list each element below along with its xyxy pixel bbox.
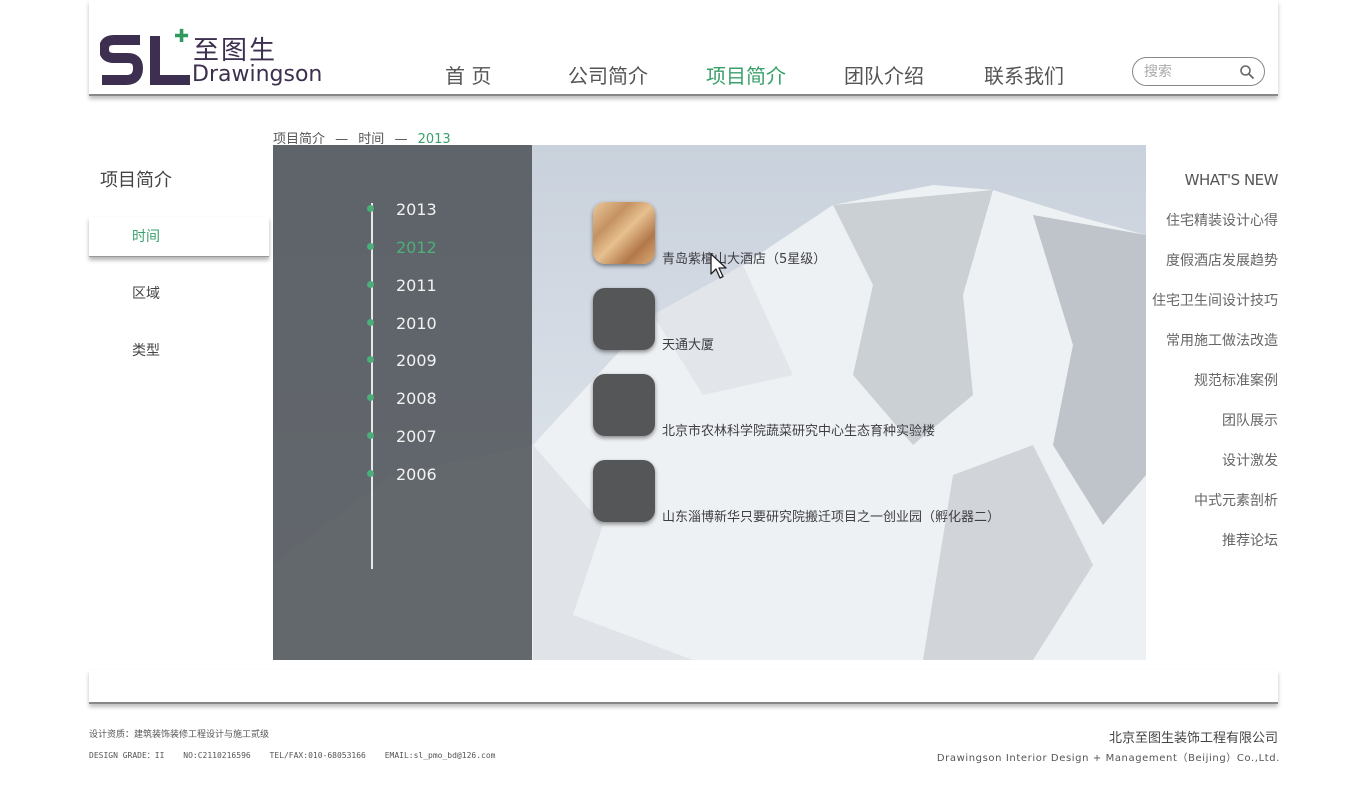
nav-projects[interactable]: 项目简介	[706, 60, 786, 89]
nav-contact[interactable]: 联系我们	[984, 60, 1064, 89]
project-name[interactable]: 山东淄博新华只要研究院搬迁项目之一创业园（孵化器二）	[662, 506, 1000, 525]
project-thumbnail[interactable]	[593, 460, 655, 522]
whats-new-heading: WHAT'S NEW	[1184, 171, 1279, 189]
timeline-dot	[367, 470, 374, 477]
left-item-type[interactable]: 类型	[89, 331, 269, 371]
timeline-year-label: 2007	[396, 427, 437, 446]
timeline-panel: 2013 2012 2011 2010 2009 2008 2007 2006	[273, 145, 532, 660]
footer-contact-line: DESIGN GRADE：II NO:C2110216596 TEL/FAX:0…	[89, 750, 509, 761]
mouse-cursor-icon	[710, 253, 727, 279]
news-link[interactable]: 中式元素剖析	[1194, 490, 1278, 510]
project-thumbnail[interactable]	[593, 202, 655, 264]
timeline-year[interactable]: 2008	[363, 389, 503, 409]
left-item-label: 类型	[132, 343, 160, 359]
news-link[interactable]: 常用施工做法改造	[1166, 330, 1278, 350]
timeline-year-label: 2013	[396, 200, 437, 219]
timeline-year-label: 2009	[396, 351, 437, 370]
timeline-dot	[367, 319, 374, 326]
timeline-year[interactable]: 2006	[363, 465, 503, 485]
left-item-label: 区域	[132, 286, 160, 302]
project-name[interactable]: 天通大厦	[662, 334, 714, 353]
footer-grade: DESIGN GRADE：II	[89, 751, 165, 760]
nav-home[interactable]: 首 页	[445, 60, 491, 89]
timeline-year[interactable]: 2011	[363, 276, 503, 296]
search-icon[interactable]	[1239, 64, 1255, 80]
footer-tel: TEL/FAX:010-68053166	[269, 751, 366, 760]
timeline-year-label: 2008	[396, 389, 437, 408]
timeline-year-label: 2011	[396, 276, 437, 295]
news-link[interactable]: 设计激发	[1222, 450, 1278, 470]
project-thumbnail[interactable]	[593, 374, 655, 436]
timeline-dot	[367, 281, 374, 288]
logo-plus-icon: ✚	[174, 26, 190, 47]
news-link[interactable]: 规范标准案例	[1194, 370, 1278, 390]
timeline-year-label: 2006	[396, 465, 437, 484]
footer-number: NO:C2110216596	[183, 751, 251, 760]
footer-company-cn: 北京至图生装饰工程有限公司	[1108, 731, 1278, 746]
news-link[interactable]: 团队展示	[1222, 410, 1278, 430]
footer-bar	[89, 670, 1278, 704]
timeline-dot	[367, 432, 374, 439]
nav-team[interactable]: 团队介绍	[844, 60, 924, 89]
project-panel: 2013 2012 2011 2010 2009 2008 2007 2006 …	[273, 145, 1146, 660]
left-sidebar-title: 项目简介	[100, 170, 172, 191]
footer-email[interactable]: EMAIL:sl_pmo_bd@126.com	[385, 751, 496, 760]
news-link[interactable]: 度假酒店发展趋势	[1166, 250, 1278, 270]
search-box	[1132, 57, 1265, 86]
timeline-year[interactable]: 2012	[363, 238, 503, 258]
timeline-dot	[367, 205, 374, 212]
search-input[interactable]	[1144, 62, 1239, 82]
timeline-year[interactable]: 2009	[363, 351, 503, 371]
nav-company[interactable]: 公司简介	[568, 60, 648, 89]
project-thumbnail[interactable]	[593, 288, 655, 350]
timeline-dot	[367, 243, 374, 250]
timeline-year-label: 2012	[396, 238, 437, 257]
timeline-year[interactable]: 2013	[363, 200, 503, 220]
project-name[interactable]: 青岛紫檀山大酒店（5星级）	[662, 248, 826, 267]
timeline-year-label: 2010	[396, 314, 437, 333]
footer-qualification: 设计资质：建筑装饰装修工程设计与施工贰级	[89, 730, 270, 740]
left-item-region[interactable]: 区域	[89, 274, 269, 314]
news-link[interactable]: 住宅精装设计心得	[1166, 210, 1278, 230]
project-name[interactable]: 北京市农林科学院蔬菜研究中心生态育种实验楼	[662, 420, 935, 439]
footer-company-en: Drawingson Interior Design + Management（…	[936, 753, 1280, 764]
page: ✚ 至图生 Drawingson 首 页 公司简介 项目简介 团队介绍 联系我们…	[0, 0, 1366, 785]
left-item-time[interactable]: 时间	[89, 217, 269, 257]
timeline-dot	[367, 356, 374, 363]
news-link[interactable]: 住宅卫生间设计技巧	[1152, 290, 1278, 310]
left-item-label: 时间	[132, 229, 160, 245]
news-link[interactable]: 推荐论坛	[1222, 530, 1278, 550]
timeline-year[interactable]: 2007	[363, 427, 503, 447]
timeline-dot	[367, 394, 374, 401]
timeline-year[interactable]: 2010	[363, 314, 503, 334]
